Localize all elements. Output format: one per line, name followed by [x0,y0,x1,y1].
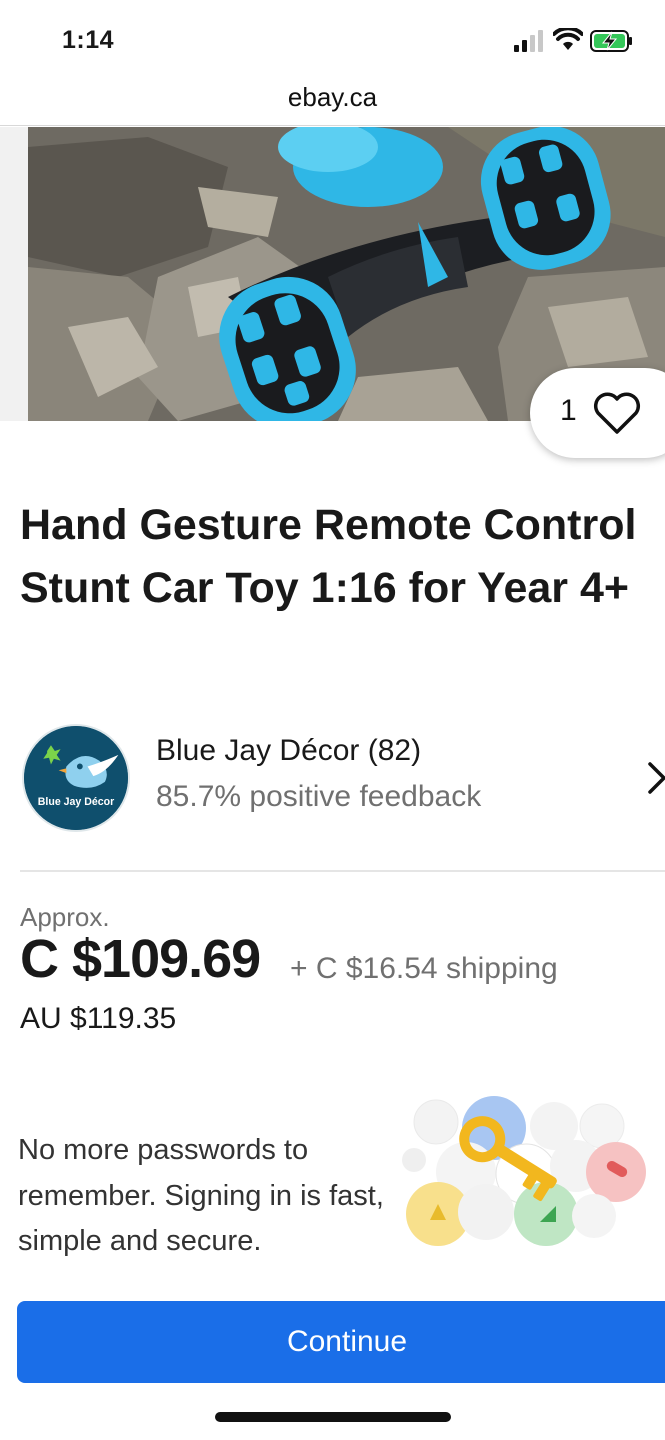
seller-logo-text: Blue Jay Décor [38,796,114,808]
chevron-right-icon[interactable] [644,760,665,796]
passkey-illustration-icon [402,1096,646,1246]
cellular-signal-icon [514,30,543,52]
watch-count: 1 [560,394,577,427]
battery-charging-icon [590,30,632,52]
status-time: 1:14 [62,26,115,54]
address-bar[interactable]: ebay.ca [0,78,665,126]
passkey-promo-text: No more passwords to remember. Signing i… [18,1134,384,1257]
item-price: C $109.69 [20,929,261,989]
heart-icon [593,392,641,434]
home-indicator [215,1412,451,1422]
wifi-icon [553,28,583,50]
continue-button[interactable]: Continue [17,1301,665,1383]
status-bar: 1:14 [0,0,665,82]
seller-name[interactable]: Blue Jay Décor (82) [156,734,421,768]
sign-in-sheet: No more passwords to remember. Signing i… [0,1094,665,1440]
converted-price: AU $119.35 [20,1002,177,1035]
shipping-cost: + C $16.54 shipping [290,952,558,985]
divider [20,870,665,872]
listing-title: Hand Gesture Remote Control Stunt Car To… [20,501,637,612]
bluejay-logo-icon: Blue Jay Décor [24,726,128,830]
seller-logo: Blue Jay Décor [22,724,130,832]
seller-feedback: 85.7% positive feedback [156,780,482,813]
watch-button[interactable]: 1 [530,368,665,458]
url-text: ebay.ca [287,82,378,112]
